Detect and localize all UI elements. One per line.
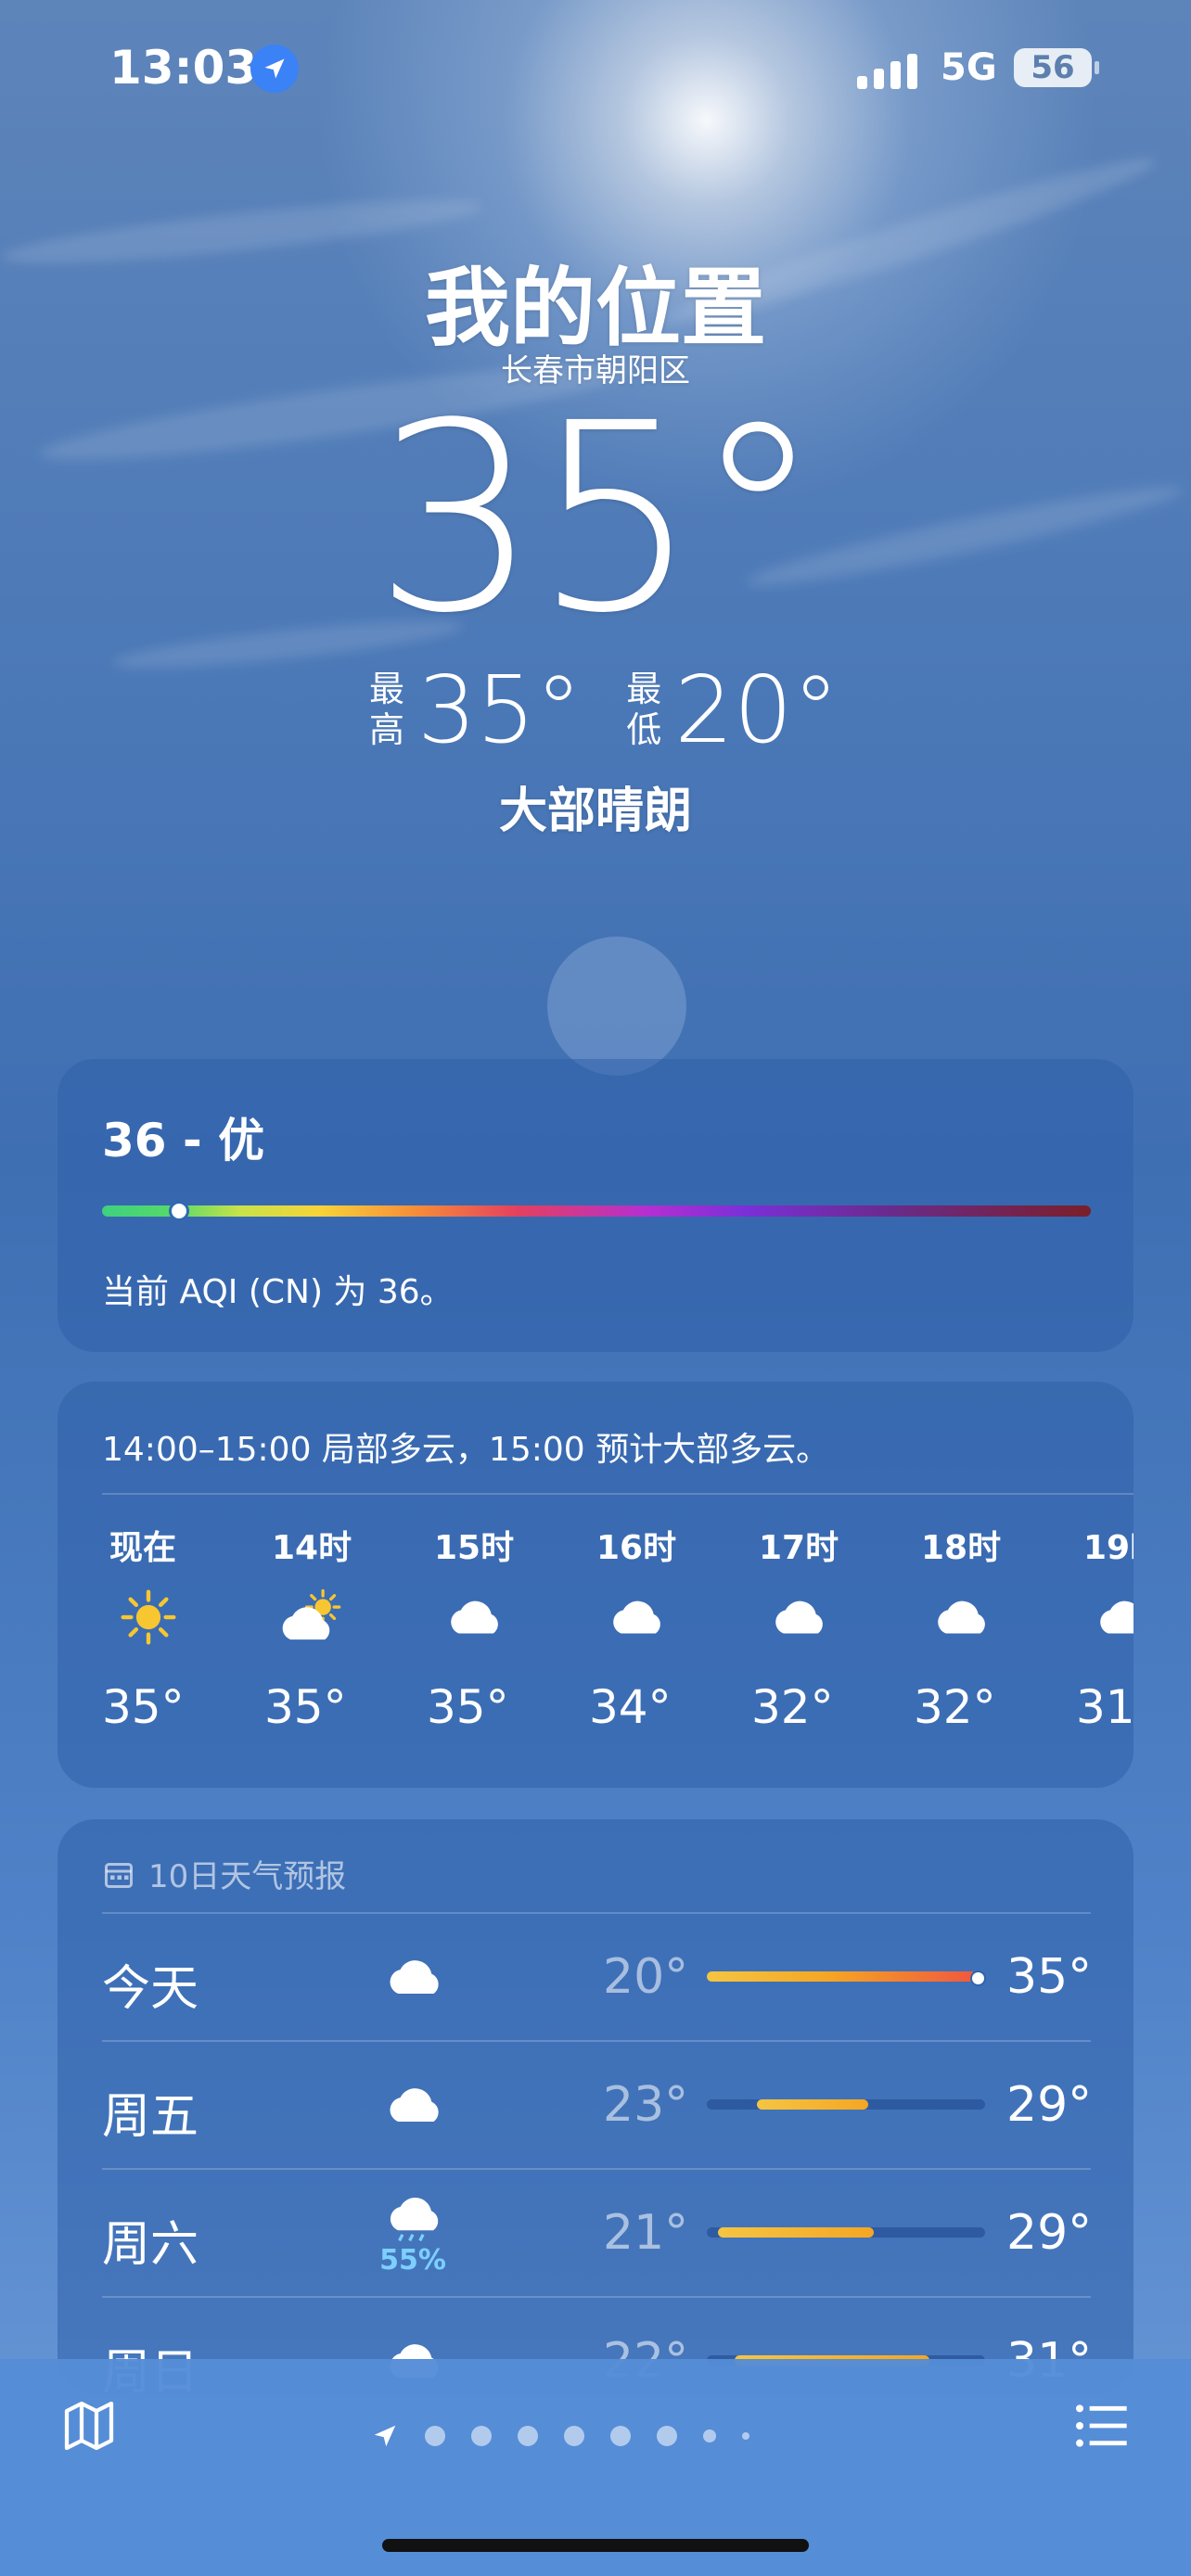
high-low: 最 高 35° 最 低 20° xyxy=(369,656,884,764)
day-low: 21° xyxy=(603,2205,689,2261)
ten-day-header: 10日天气预报 xyxy=(102,1851,346,1896)
hour-temperature: 32° xyxy=(751,1680,834,1734)
day-row[interactable]: 周五 23° 29° xyxy=(102,2040,1093,2166)
low-label-2: 低 xyxy=(626,709,662,750)
day-high: 29° xyxy=(1006,2205,1093,2261)
hour-temperature: 32° xyxy=(914,1680,996,1734)
high-label: 最 高 xyxy=(369,669,404,750)
low-label: 最 低 xyxy=(626,669,661,750)
hour-label: 15时 xyxy=(434,1529,515,1567)
hour-label: 17时 xyxy=(759,1529,839,1567)
hour-label: 18时 xyxy=(921,1529,1002,1567)
day-name: 今天 xyxy=(102,1961,199,2017)
current-location-page-icon[interactable] xyxy=(371,2422,399,2450)
hour-item: 现在 35° xyxy=(102,1521,264,1734)
hourly-summary: 14:00–15:00 局部多云，15:00 预计大部多云。 xyxy=(102,1431,830,1469)
cloud-icon xyxy=(427,1573,519,1662)
temp-range-bar xyxy=(707,1970,986,1986)
page-dot[interactable] xyxy=(564,2426,584,2446)
hour-temperature: 35° xyxy=(427,1680,509,1734)
page-dot[interactable] xyxy=(703,2429,716,2442)
low-label-1: 最 xyxy=(626,669,662,709)
hour-temperature: 34° xyxy=(589,1680,672,1734)
day-high: 35° xyxy=(1006,1949,1093,2005)
high-label-1: 最 xyxy=(369,669,405,709)
day-low: 23° xyxy=(603,2077,689,2133)
aqi-indicator xyxy=(168,1201,189,1221)
high-label-2: 高 xyxy=(369,709,405,750)
ten-day-title: 10日天气预报 xyxy=(148,1858,347,1895)
cloud-icon xyxy=(362,2059,464,2151)
hour-item: 17时 32° xyxy=(751,1521,914,1734)
cellular-signal-icon xyxy=(857,48,917,89)
divider xyxy=(102,1493,1133,1495)
high-temperature: 35° xyxy=(417,655,583,764)
temp-range-bar xyxy=(707,2227,985,2238)
hour-temperature: 31° xyxy=(1076,1680,1133,1734)
hour-temperature: 35° xyxy=(264,1680,347,1734)
temp-range-bar xyxy=(707,2099,985,2110)
day-low: 20° xyxy=(603,1949,689,2005)
status-bar: 13:03 5G 56 xyxy=(0,0,1191,139)
temp-range-fill xyxy=(718,2227,874,2238)
low-temperature: 20° xyxy=(674,655,839,764)
hour-item: 15时 35° xyxy=(427,1521,589,1734)
rain-cloud-icon: 55% xyxy=(362,2187,464,2279)
sun-icon xyxy=(102,1573,195,1662)
page-dot[interactable] xyxy=(471,2426,492,2446)
hour-item: 16时 34° xyxy=(589,1521,751,1734)
day-name: 周五 xyxy=(102,2089,199,2145)
ten-day-forecast-card[interactable]: 10日天气预报 今天 20° 35° 周五 23° 29° 周六 55% 21° 2… xyxy=(58,1819,1133,2394)
cloud-icon xyxy=(1076,1573,1133,1662)
network-type: 5G xyxy=(941,46,997,89)
battery-level: 56 xyxy=(1031,49,1075,86)
page-indicator[interactable] xyxy=(371,2422,749,2450)
partly-cloudy-icon xyxy=(264,1573,357,1662)
cloud-icon xyxy=(589,1573,682,1662)
day-row[interactable]: 周六 55% 21° 29° xyxy=(102,2168,1093,2294)
location-arrow-icon xyxy=(250,45,299,93)
map-icon[interactable] xyxy=(59,2396,119,2455)
hour-item: 18时 32° xyxy=(914,1521,1076,1734)
hour-label: 现在 xyxy=(109,1529,177,1567)
page-dot[interactable] xyxy=(610,2426,631,2446)
aqi-scale-bar xyxy=(102,1201,1091,1221)
page-dot[interactable] xyxy=(425,2426,445,2446)
page-dot[interactable] xyxy=(657,2426,677,2446)
aqi-card[interactable]: 36 - 优 当前 AQI (CN) 为 36。 xyxy=(58,1059,1133,1352)
cloud-icon xyxy=(362,1931,464,2023)
hour-item: 19时 31° xyxy=(1076,1521,1133,1734)
home-indicator xyxy=(382,2539,809,2552)
aqi-description: 当前 AQI (CN) 为 36。 xyxy=(102,1273,454,1311)
temp-range-fill xyxy=(707,1971,977,1982)
page-dot[interactable] xyxy=(742,2432,749,2440)
status-time: 13:03 xyxy=(109,41,258,95)
condition-text: 大部晴朗 xyxy=(498,784,692,839)
hourly-list[interactable]: 现在 35° 14时 35° 15时 35° 16时 34° 17时 32° 18时 32… xyxy=(102,1521,1133,1734)
bottom-toolbar xyxy=(0,2359,1191,2576)
current-temperature: 35° xyxy=(373,368,823,670)
day-name: 周六 xyxy=(102,2217,199,2273)
hour-label: 14时 xyxy=(272,1529,352,1567)
day-high: 29° xyxy=(1006,2077,1093,2133)
lens-flare xyxy=(547,937,686,1076)
page-dot[interactable] xyxy=(518,2426,538,2446)
precip-chance: 55% xyxy=(379,2244,446,2277)
hour-temperature: 35° xyxy=(102,1680,185,1734)
cloud-icon xyxy=(914,1573,1006,1662)
hour-label: 19时 xyxy=(1083,1529,1133,1567)
current-temp-dot xyxy=(970,1970,986,1986)
aqi-title: 36 - 优 xyxy=(102,1114,265,1167)
calendar-icon xyxy=(105,1862,133,1888)
cloud-icon xyxy=(751,1573,844,1662)
list-icon[interactable] xyxy=(1072,2398,1132,2454)
day-row[interactable]: 今天 20° 35° xyxy=(102,1912,1093,2038)
hour-label: 16时 xyxy=(596,1529,677,1567)
battery-cap xyxy=(1095,61,1099,74)
hour-item: 14时 35° xyxy=(264,1521,427,1734)
battery-icon: 56 xyxy=(1014,48,1092,87)
hourly-forecast-card[interactable]: 14:00–15:00 局部多云，15:00 预计大部多云。 现在 35° 14时… xyxy=(58,1382,1133,1788)
temp-range-fill xyxy=(757,2099,868,2110)
